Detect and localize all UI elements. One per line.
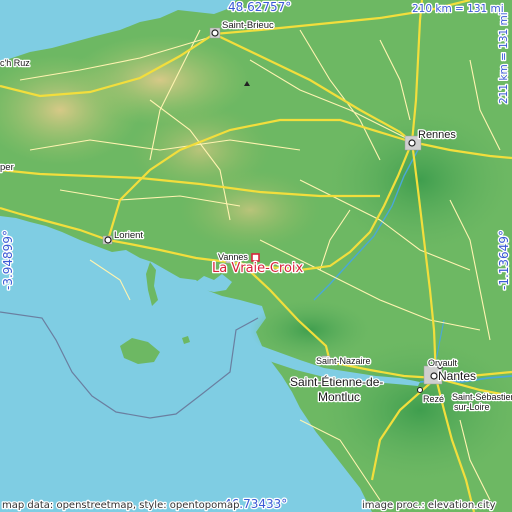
west-coordinate: -3.94899° [1,230,15,290]
location-marker[interactable] [251,253,260,262]
label-saint-brieuc: Saint-Brieuc [222,20,274,31]
city-dot-reze[interactable] [416,386,424,394]
label-saint-nazaire: Saint-Nazaire [316,356,371,366]
city-dot-saint-brieuc[interactable] [211,29,219,37]
scale-horizontal: 210 km = 131 mi [412,3,504,15]
scale-vertical: 211 km = 131 mi [498,12,510,104]
east-coordinate: -1.13649° [497,230,511,290]
label-c-h-ruz: c'h Ruz [0,58,30,68]
relief-central [130,105,270,195]
label-rennes: Rennes [418,129,456,141]
credit-map-data: map data: openstreetmap, style: opentopo… [2,500,239,511]
label-saint-sebastien-line2: sur-Loire [454,402,490,412]
label-saint-sebastien-line1: Saint-Sébastien- [452,392,512,402]
north-coordinate: 48.62757° [228,0,291,14]
label-saint-etienne-line1: Saint-Étienne-de- [290,374,383,389]
city-dot-nantes[interactable] [430,372,438,380]
location-label: La Vraie-Croix [212,261,304,276]
label-lorient: Lorient [114,230,143,241]
city-dot-lorient[interactable] [104,236,112,244]
label-quimper: per [0,162,14,173]
map-canvas[interactable]: Saint-Brieuc c'h Ruz Rennes per Lorient … [0,0,512,512]
credit-image-proc: image proc.: elevation.city [362,500,496,511]
label-reze: Rezé [423,394,444,404]
city-dot-rennes[interactable] [408,139,416,147]
label-saint-etienne-line2: Montluc [318,390,360,404]
label-nantes: Nantes [438,369,476,383]
label-orvault: Orvault [428,358,458,368]
